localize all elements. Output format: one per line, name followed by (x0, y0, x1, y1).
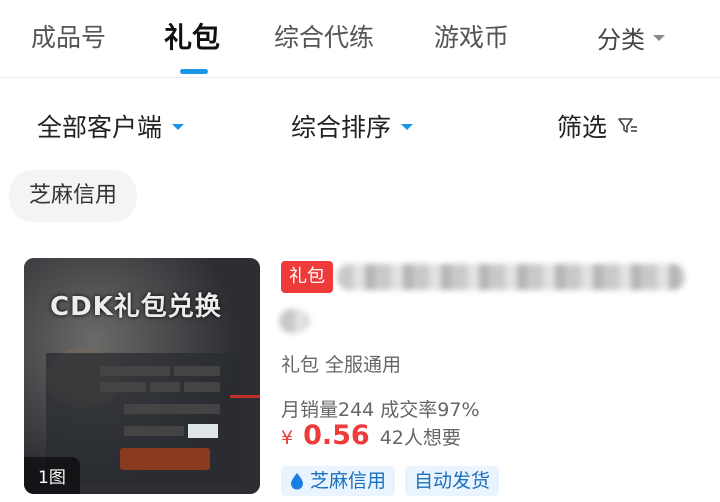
top-tab-bar: 成品号 礼包 综合代练 游戏币 分类 (0, 0, 720, 78)
caret-down-icon (401, 124, 414, 130)
price-value: 0.56 (303, 420, 370, 451)
thumbnail-title: CDK礼包兑换 (50, 292, 222, 322)
active-tab-indicator (180, 69, 208, 74)
auto-delivery-tag: 自动发货 (405, 466, 500, 496)
sort-dropdown[interactable]: 综合排序 (291, 108, 414, 144)
price-row: ¥ 0.56 42人想要 (281, 420, 461, 451)
product-thumbnail[interactable]: CDK礼包兑换 1图 (24, 258, 260, 494)
caret-down-icon (172, 124, 185, 130)
sesame-credit-tag-label: 芝麻信用 (310, 470, 387, 492)
product-title-redacted (337, 264, 685, 290)
sales-stats: 月销量244 成交率97% (281, 399, 480, 421)
product-title-redacted-line2 (279, 309, 309, 333)
tab-gift-pack[interactable]: 礼包 (164, 16, 220, 56)
tab-finished-account[interactable]: 成品号 (31, 18, 106, 54)
tab-boosting[interactable]: 综合代练 (274, 18, 374, 54)
gift-pack-badge: 礼包 (281, 261, 333, 293)
sort-label: 综合排序 (291, 113, 392, 142)
currency-symbol: ¥ (281, 427, 294, 449)
filter-label: 筛选 (557, 113, 608, 142)
droplet-icon (291, 473, 303, 490)
client-filter-label: 全部客户端 (37, 113, 163, 142)
tab-scroll-fade (520, 0, 580, 76)
sesame-credit-chip[interactable]: 芝麻信用 (9, 170, 138, 222)
category-button[interactable]: 分类 (597, 20, 665, 55)
chevron-down-icon (653, 34, 665, 41)
sesame-credit-tag: 芝麻信用 (281, 466, 396, 496)
category-label: 分类 (597, 26, 645, 54)
product-subtitle: 礼包 全服通用 (281, 354, 402, 376)
image-count-label: 1图 (24, 457, 80, 494)
funnel-icon (618, 118, 638, 133)
auto-delivery-tag-label: 自动发货 (414, 470, 491, 492)
filter-button[interactable]: 筛选 (557, 108, 639, 144)
tab-game-currency[interactable]: 游戏币 (434, 18, 509, 54)
want-count: 42人想要 (379, 427, 461, 449)
client-filter-dropdown[interactable]: 全部客户端 (37, 108, 185, 144)
